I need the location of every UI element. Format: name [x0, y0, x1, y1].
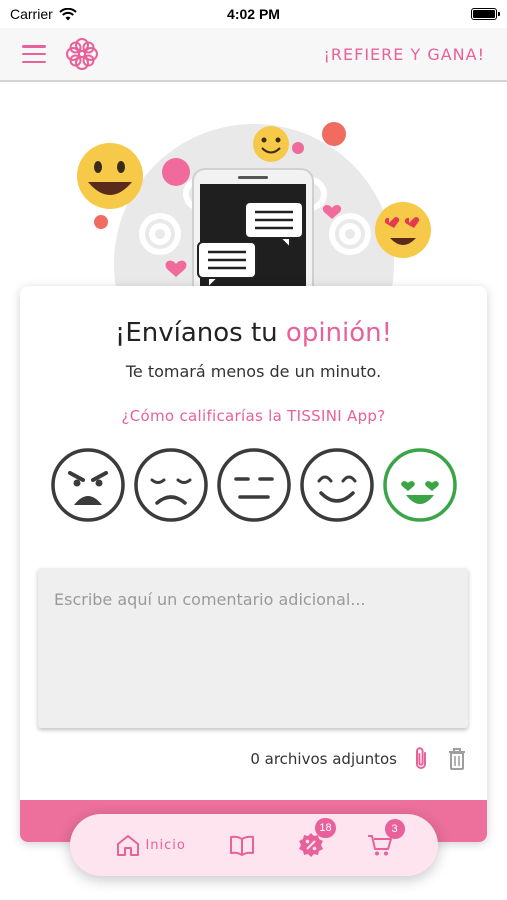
heart-eyes-emoji-icon [375, 202, 431, 258]
battery-icon [471, 8, 500, 20]
attachments-row: 0 archivos adjuntos [250, 746, 469, 772]
title-text: ¡Envíanos tu [114, 318, 286, 348]
hero-illustration [77, 122, 431, 294]
app-header: ¡REFIERE Y GANA! [0, 28, 507, 82]
wifi-icon [59, 7, 77, 20]
card-subtitle: Te tomará menos de un minuto. [125, 362, 382, 381]
laughing-emoji-icon [77, 143, 143, 209]
promo-badge: 18 [315, 818, 336, 838]
sad-face-icon[interactable] [133, 447, 209, 523]
rating-faces [20, 447, 487, 523]
attachments-count: 0 archivos adjuntos [250, 750, 397, 768]
paperclip-icon[interactable] [409, 746, 433, 772]
nav-item-promos[interactable]: 18 [298, 818, 336, 858]
neutral-face-icon[interactable] [216, 447, 292, 523]
nav-item-catalog[interactable] [229, 834, 255, 856]
rating-question: ¿Cómo calificarías la TISSINI App? [121, 407, 386, 425]
refer-and-earn-link[interactable]: ¡REFIERE Y GANA! [323, 45, 485, 64]
carrier-label: Carrier [10, 6, 53, 22]
menu-icon[interactable] [22, 45, 46, 63]
love-face-icon[interactable] [382, 447, 458, 523]
happy-face-icon[interactable] [299, 447, 375, 523]
title-accent: opinión! [285, 318, 393, 348]
cart-badge: 3 [384, 819, 405, 839]
bottom-navigation: Inicio 18 3 [70, 814, 438, 876]
smile-emoji-icon [253, 126, 289, 162]
status-time: 4:02 PM [227, 6, 280, 22]
status-bar: Carrier 4:02 PM [0, 0, 507, 28]
nav-item-cart[interactable]: 3 [367, 819, 405, 857]
catalog-icon [229, 835, 254, 856]
trash-icon[interactable] [445, 746, 469, 772]
comment-textarea[interactable] [38, 568, 468, 728]
status-left: Carrier [10, 6, 77, 22]
angry-face-icon[interactable] [50, 447, 126, 523]
brand-logo[interactable] [62, 34, 102, 74]
nav-item-home[interactable]: Inicio [115, 833, 185, 857]
feedback-card: ¡Envíanos tu opinión! Te tomará menos de… [20, 286, 487, 842]
home-icon [117, 835, 140, 856]
nav-label-home: Inicio [145, 837, 186, 853]
card-title: ¡Envíanos tu opinión! [20, 318, 487, 348]
